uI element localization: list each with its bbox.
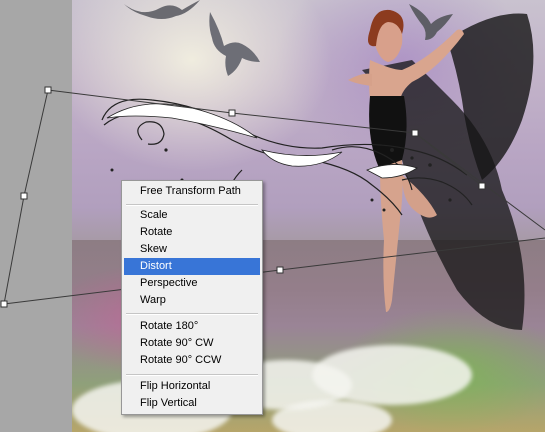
context-menu: Free Transform Path Scale Rotate Skew Di… <box>121 180 263 415</box>
menu-item-rotate-90-ccw[interactable]: Rotate 90° CCW <box>124 352 260 369</box>
transform-handle-icon[interactable] <box>0 300 8 308</box>
menu-item-flip-horizontal[interactable]: Flip Horizontal <box>124 378 260 395</box>
menu-item-warp[interactable]: Warp <box>124 292 260 309</box>
transform-handle-icon[interactable] <box>478 182 486 190</box>
menu-item-perspective[interactable]: Perspective <box>124 275 260 292</box>
menu-item-distort[interactable]: Distort <box>124 258 260 275</box>
menu-item-free-transform-path[interactable]: Free Transform Path <box>124 183 260 200</box>
menu-item-scale[interactable]: Scale <box>124 207 260 224</box>
menu-item-rotate-90-cw[interactable]: Rotate 90° CW <box>124 335 260 352</box>
menu-item-skew[interactable]: Skew <box>124 241 260 258</box>
menu-separator <box>126 313 258 315</box>
transform-handle-icon[interactable] <box>44 86 52 94</box>
transform-handle-icon[interactable] <box>276 266 284 274</box>
menu-item-rotate[interactable]: Rotate <box>124 224 260 241</box>
transform-bounding-box[interactable] <box>0 0 545 432</box>
transform-handle-icon[interactable] <box>411 129 419 137</box>
menu-item-flip-vertical[interactable]: Flip Vertical <box>124 395 260 412</box>
menu-separator <box>126 374 258 376</box>
transform-handle-icon[interactable] <box>228 109 236 117</box>
menu-separator <box>126 204 258 206</box>
transform-handle-icon[interactable] <box>20 192 28 200</box>
menu-item-rotate-180[interactable]: Rotate 180° <box>124 318 260 335</box>
